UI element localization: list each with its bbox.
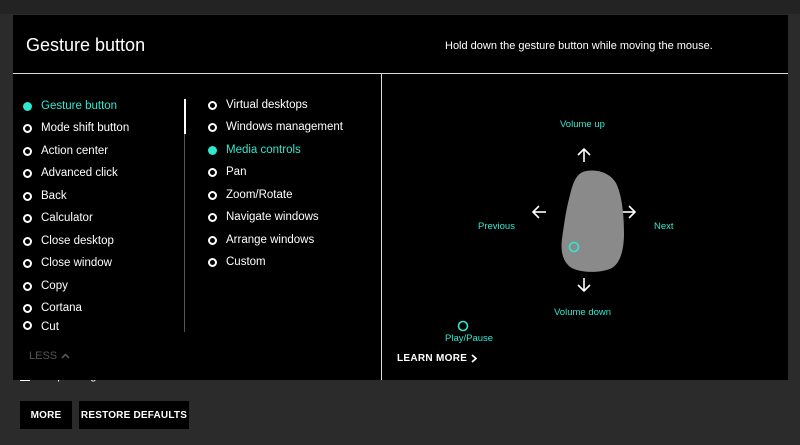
gesture-down-label: Volume down [554,307,612,318]
option-label: Navigate windows [226,211,319,223]
gesture-click-label: Play/Pause [445,333,494,344]
option-windows-management[interactable]: Windows management [208,116,343,138]
radio-icon[interactable] [23,303,32,313]
click-circle-icon [457,320,469,332]
option-label: Windows management [226,121,343,133]
radio-icon[interactable] [208,167,217,177]
option-label: Arrange windows [226,234,315,246]
option-calculator[interactable]: Calculator [23,207,93,229]
radio-icon[interactable] [23,258,32,268]
option-label: Close window [41,257,112,269]
gesture-left-label: Previous [478,221,515,232]
option-label: Copy [41,280,68,292]
more-button[interactable]: MORE [20,401,72,429]
option-pan[interactable]: Pan [208,161,246,183]
option-label: Close desktop [41,235,114,247]
option-label: Action center [41,145,109,157]
panel-title: Gesture button [26,35,146,55]
radio-icon[interactable] [23,321,32,330]
option-arrange-windows[interactable]: Arrange windows [208,229,314,251]
radio-icon[interactable] [208,100,217,110]
arrow-up-icon [577,147,591,162]
radio-icon[interactable] [23,191,32,201]
panel-hint: Hold down the gesture button while movin… [445,40,713,52]
radio-icon[interactable] [208,235,217,245]
arrow-down-icon [577,278,591,293]
less-label: LESS [29,350,58,362]
option-close-window[interactable]: Close window [23,252,112,274]
option-navigate-windows[interactable]: Navigate windows [208,206,319,228]
radio-icon[interactable] [23,236,32,246]
option-label: Back [41,190,67,202]
option-cut[interactable]: Cut [23,320,59,332]
arrow-left-icon [531,205,546,219]
option-label: Virtual desktops [226,99,308,111]
radio-icon[interactable] [23,168,32,178]
option-label: Cut [41,321,59,332]
gesture-button-panel: Gesture button Hold down the gesture but… [13,15,788,380]
radio-icon[interactable] [23,146,32,156]
option-label: Gesture button [41,100,118,112]
option-label: Zoom/Rotate [226,189,293,201]
gesture-up-label: Volume up [560,119,605,130]
option-advanced-click[interactable]: Advanced click [23,162,118,184]
radio-icon[interactable] [23,123,32,133]
panel-header: Gesture button Hold down the gesture but… [13,15,788,74]
option-action-center[interactable]: Action center [23,140,108,162]
option-zoom-rotate[interactable]: Zoom/Rotate [208,184,292,206]
radio-icon[interactable] [23,101,32,111]
option-back[interactable]: Back [23,185,67,207]
restore-defaults-button[interactable]: RESTORE DEFAULTS [79,401,189,429]
radio-icon[interactable] [208,145,217,155]
gesture-right-label: Next [654,221,674,232]
chevron-up-icon [61,353,70,359]
list-scrollbar-track[interactable] [184,134,185,332]
option-virtual-desktops[interactable]: Virtual desktops [208,94,308,116]
radio-icon[interactable] [208,212,217,222]
mouse-icon [561,170,624,272]
radio-icon[interactable] [23,281,32,291]
option-label: Cortana [41,302,82,314]
radio-icon[interactable] [208,257,217,267]
option-label: Advanced click [41,167,118,179]
radio-icon[interactable] [23,213,32,223]
less-toggle[interactable]: LESS [29,350,70,362]
option-label: Media controls [226,144,301,156]
option-media-controls[interactable]: Media controls [208,139,301,161]
option-close-desktop[interactable]: Close desktop [23,230,114,252]
option-gesture-button[interactable]: Gesture button [23,95,117,117]
list-scrollbar-thumb[interactable] [184,99,186,134]
option-label: Pan [226,166,247,178]
radio-icon[interactable] [208,190,217,200]
option-label: Mode shift button [41,122,130,134]
gesture-diagram: Volume up Previous Next Volume down Play… [382,75,788,380]
option-cortana[interactable]: Cortana [23,297,82,319]
radio-icon[interactable] [208,122,217,132]
option-label: Calculator [41,212,93,224]
top-bar [0,0,800,14]
option-custom[interactable]: Custom [208,251,266,273]
option-mode-shift-button[interactable]: Mode shift button [23,117,129,139]
option-copy[interactable]: Copy [23,275,68,297]
option-label: Custom [226,256,266,268]
